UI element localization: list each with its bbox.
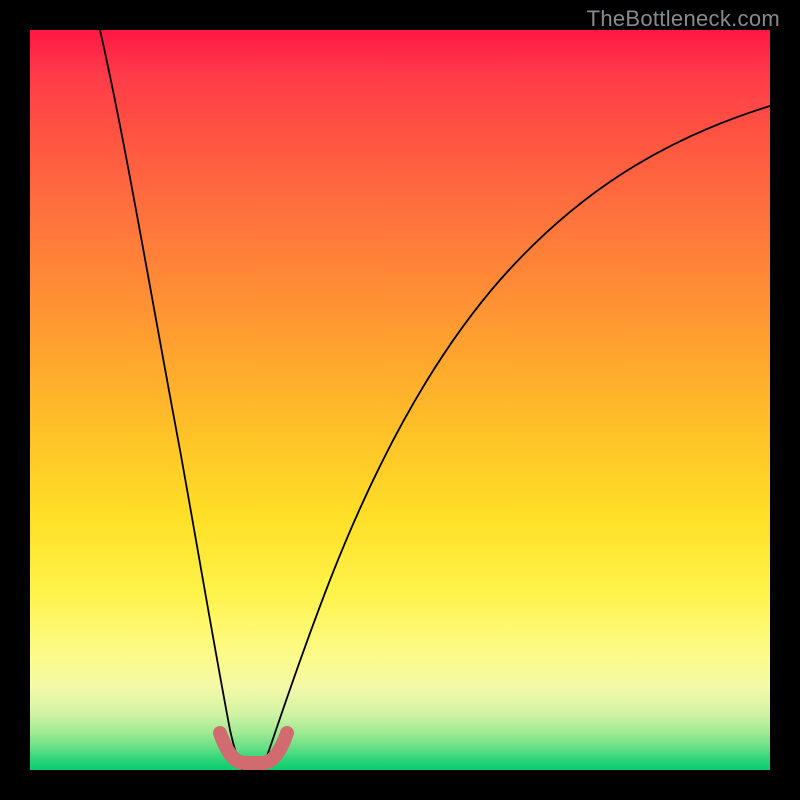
curve-svg (30, 30, 770, 770)
plot-area (30, 30, 770, 770)
right-branch (262, 106, 770, 770)
watermark-label: TheBottleneck.com (587, 6, 780, 32)
left-branch (100, 30, 242, 770)
valley-highlight (220, 733, 287, 763)
chart-frame: TheBottleneck.com (0, 0, 800, 800)
